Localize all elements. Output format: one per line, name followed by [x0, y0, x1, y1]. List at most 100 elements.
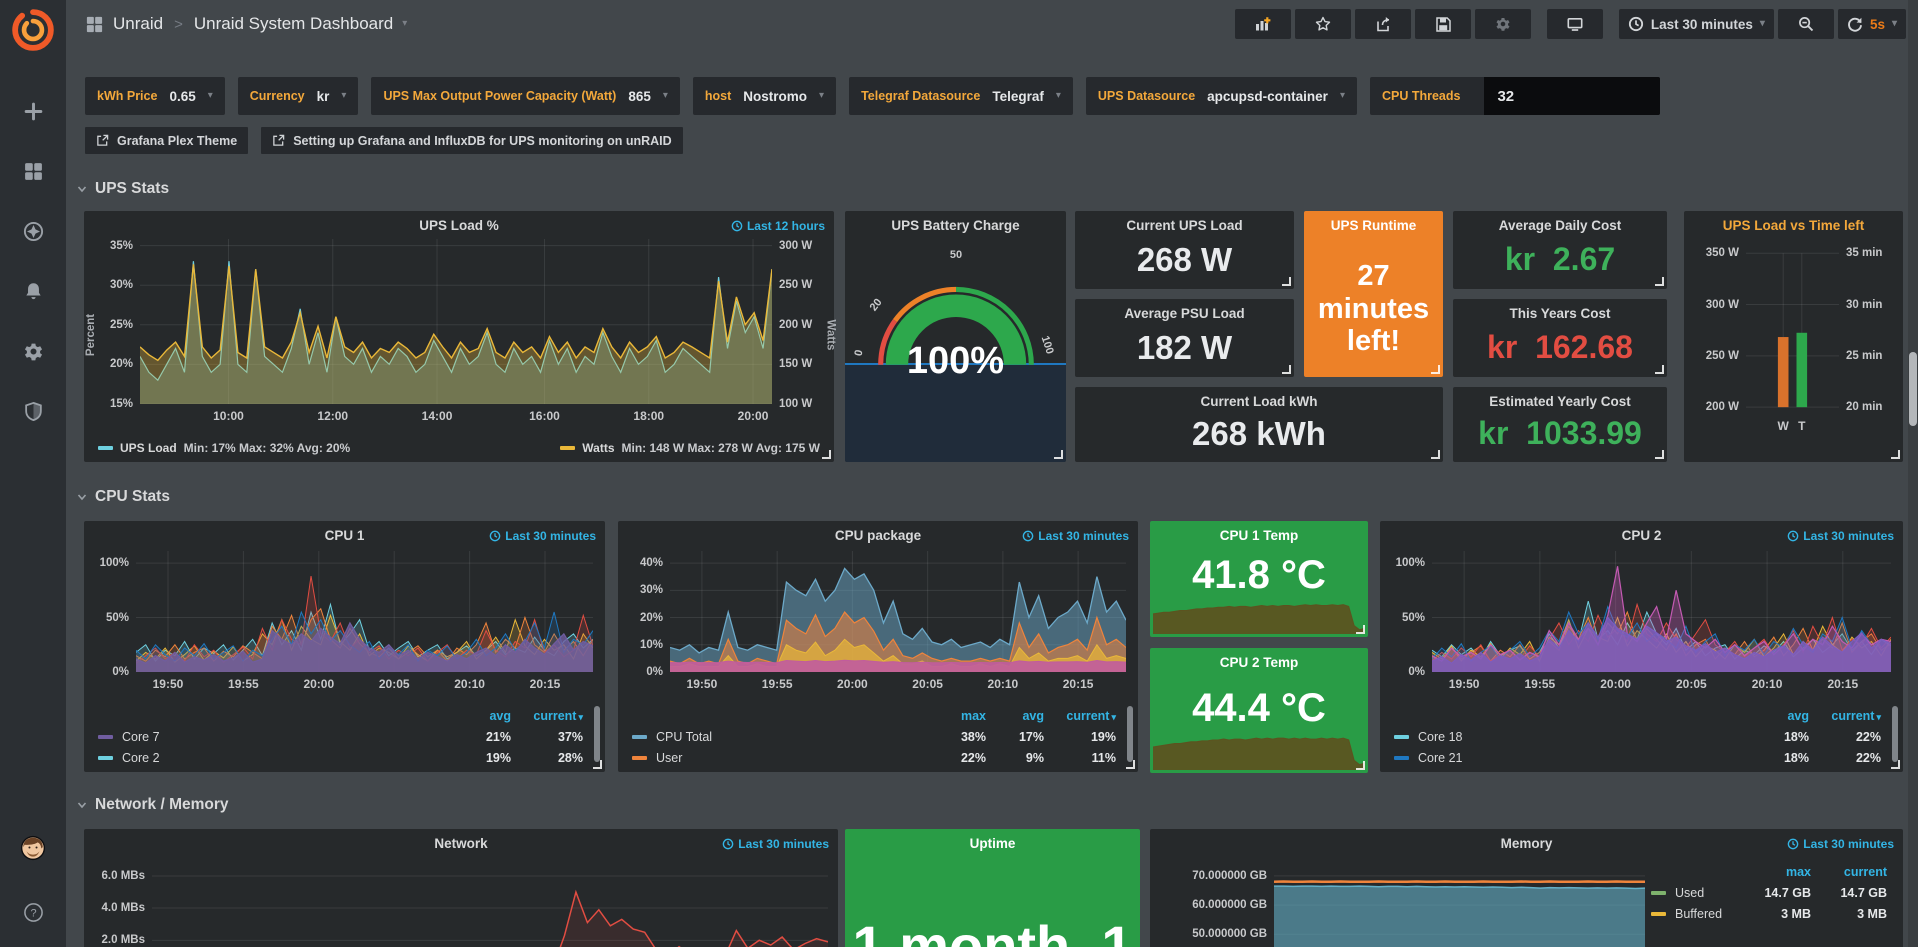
cpu2-chart[interactable]: 100%50%0%19:5019:5520:0020:0520:1020:15 [1392, 551, 1891, 694]
time-range-picker[interactable]: Last 30 minutes ▾ [1619, 9, 1774, 39]
legend-col-header[interactable]: current▾ [511, 709, 583, 723]
add-panel-button[interactable] [1235, 9, 1291, 39]
alerting-bell-icon[interactable] [10, 270, 56, 312]
chart-plot-area[interactable]: 40%30%20%10%0%19:5019:5520:0020:0520:102… [670, 551, 1126, 672]
panel-title[interactable]: Current UPS Load [1083, 218, 1286, 233]
variable-currency[interactable]: Currency kr ▾ [238, 77, 359, 115]
panel-title[interactable]: Memory [1180, 836, 1873, 851]
link-grafana-plex-theme[interactable]: Grafana Plex Theme [85, 127, 248, 154]
chart-plot-area[interactable]: 70.000000 GB60.000000 GB50.000000 GB [1274, 859, 1645, 947]
zoom-out-button[interactable] [1778, 9, 1834, 39]
panel-title[interactable]: UPS Battery Charge [875, 218, 1036, 233]
row-header-network-memory[interactable]: Network / Memory [76, 792, 229, 818]
variable-kwh-price[interactable]: kWh Price 0.65 ▾ [85, 77, 225, 115]
create-plus-icon[interactable] [10, 90, 56, 132]
axis-tick-label: 20:05 [1676, 677, 1707, 691]
legend-series-name: UPS Load [120, 441, 177, 455]
chart-plot-area[interactable] [1153, 598, 1365, 634]
legend-series[interactable]: Core 18 [1394, 730, 1751, 744]
panel-title[interactable]: Average Daily Cost [1461, 218, 1659, 233]
legend-item[interactable]: UPS Load Min: 17% Max: 32% Avg: 20% [98, 441, 350, 455]
variable-host[interactable]: host Nostromo ▾ [693, 77, 836, 115]
panel-title[interactable]: Current Load kWh [1105, 394, 1413, 409]
panel-time-override[interactable]: Last 30 minutes [489, 529, 596, 543]
panel-title[interactable]: Network [114, 836, 808, 851]
panel-title[interactable]: CPU 1 Temp [1180, 528, 1338, 543]
variable-ups-datasource[interactable]: UPS Datasource apcupsd-container ▾ [1086, 77, 1357, 115]
legend-col-header[interactable]: max [928, 709, 986, 723]
legend-col-header[interactable]: current [1811, 865, 1887, 879]
tv-cycle-button[interactable] [1547, 9, 1603, 39]
panel-time-override[interactable]: Last 30 minutes [1787, 837, 1894, 851]
legend-col-header[interactable]: current▾ [1809, 709, 1881, 723]
legend-series[interactable]: CPU Total [632, 730, 928, 744]
legend-value: 38% [928, 730, 986, 744]
sort-caret-icon: ▾ [578, 712, 583, 722]
cpu-package-chart[interactable]: 40%30%20%10%0%19:5019:5520:0020:0520:102… [630, 551, 1126, 694]
panel-title[interactable]: Uptime [875, 836, 1110, 851]
breadcrumb-current[interactable]: Unraid System Dashboard [194, 14, 393, 34]
breadcrumb-root[interactable]: Unraid [113, 14, 163, 34]
legend-col-header[interactable]: max [1735, 865, 1811, 879]
legend-col-header[interactable]: current▾ [1044, 709, 1116, 723]
cpu-threads-input[interactable] [1484, 77, 1660, 115]
row-header-cpu-stats[interactable]: CPU Stats [76, 484, 170, 510]
memory-chart[interactable]: 70.000000 GB60.000000 GB50.000000 GB [1162, 859, 1645, 947]
panel-title[interactable]: UPS Load vs Time left [1692, 218, 1895, 233]
page-scrollbar-thumb[interactable] [1909, 352, 1917, 426]
panel-title[interactable]: Average PSU Load [1083, 306, 1286, 321]
legend-scrollbar[interactable] [594, 706, 600, 762]
network-chart[interactable]: 6.0 MBs4.0 MBs2.0 MBs [96, 859, 828, 947]
chevron-down-icon: ▾ [1340, 91, 1345, 101]
legend-value: 3 MB [1811, 907, 1887, 921]
ups-load-chart[interactable]: 35%30%25%20%15%300 W250 W200 W150 W100 W… [96, 239, 822, 424]
user-avatar[interactable] [10, 827, 56, 869]
panel-time-override[interactable]: Last 30 minutes [722, 837, 829, 851]
cpu1-chart[interactable]: 100%50%0%19:5019:5520:0020:0520:1020:15 [96, 551, 593, 694]
legend-scrollbar[interactable] [1127, 706, 1133, 762]
legend-series[interactable]: Core 7 [98, 730, 453, 744]
save-button[interactable] [1415, 9, 1471, 39]
refresh-interval-label: 5s [1870, 17, 1885, 32]
panel-title[interactable]: This Years Cost [1461, 306, 1659, 321]
chart-plot-area[interactable]: 350 W300 W250 W200 W35 min30 min25 min20… [1746, 243, 1839, 414]
chevron-down-icon[interactable]: ▾ [402, 19, 407, 29]
help-icon[interactable]: ? [10, 891, 56, 933]
dashboard-settings-button[interactable] [1475, 9, 1531, 39]
legend-series[interactable]: Used [1651, 886, 1735, 900]
legend-series[interactable]: Core 21 [1394, 751, 1751, 765]
legend-series[interactable]: Core 2 [98, 751, 453, 765]
legend-col-header[interactable]: avg [986, 709, 1044, 723]
server-admin-shield-icon[interactable] [10, 390, 56, 432]
explore-compass-icon[interactable] [10, 210, 56, 252]
variable-ups-max-output[interactable]: UPS Max Output Power Capacity (Watt) 865… [371, 77, 679, 115]
dashboards-icon[interactable] [10, 150, 56, 192]
panel-title[interactable]: Estimated Yearly Cost [1461, 394, 1659, 409]
legend-col-header[interactable]: avg [1751, 709, 1809, 723]
legend-item[interactable]: Watts Min: 148 W Max: 278 W Avg: 175 W [560, 441, 820, 455]
panel-time-override[interactable]: Last 12 hours [731, 219, 825, 233]
share-button[interactable] [1355, 9, 1411, 39]
panel-time-override[interactable]: Last 30 minutes [1787, 529, 1894, 543]
legend-col-header[interactable]: avg [453, 709, 511, 723]
chart-plot-area[interactable]: 6.0 MBs4.0 MBs2.0 MBs [152, 859, 828, 947]
panel-title[interactable]: UPS Load % [114, 218, 804, 233]
legend-scrollbar[interactable] [1892, 706, 1898, 762]
ups-bars-chart[interactable]: 350 W300 W250 W200 W35 min30 min25 min20… [1696, 243, 1891, 436]
panel-title[interactable]: CPU 2 Temp [1180, 655, 1338, 670]
grafana-logo-icon[interactable] [11, 8, 55, 52]
chart-plot-area[interactable]: 100%50%0%19:5019:5520:0020:0520:1020:15 [136, 551, 593, 672]
legend-series[interactable]: User [632, 751, 928, 765]
legend-series[interactable]: Buffered [1651, 907, 1735, 921]
link-ups-monitoring-guide[interactable]: Setting up Grafana and InfluxDB for UPS … [261, 127, 682, 154]
refresh-picker[interactable]: 5s ▾ [1838, 9, 1906, 39]
variable-telegraf-datasource[interactable]: Telegraf Datasource Telegraf ▾ [849, 77, 1073, 115]
configuration-gear-icon[interactable] [10, 330, 56, 372]
panel-title[interactable]: UPS Runtime [1310, 218, 1437, 233]
row-header-ups-stats[interactable]: UPS Stats [76, 176, 169, 202]
chart-plot-area[interactable]: 100%50%0%19:5019:5520:0020:0520:1020:15 [1432, 551, 1891, 672]
chart-plot-area[interactable]: 35%30%25%20%15%300 W250 W200 W150 W100 W… [140, 239, 772, 404]
star-button[interactable] [1295, 9, 1351, 39]
panel-time-override[interactable]: Last 30 minutes [1022, 529, 1129, 543]
chart-plot-area[interactable] [1153, 732, 1365, 770]
